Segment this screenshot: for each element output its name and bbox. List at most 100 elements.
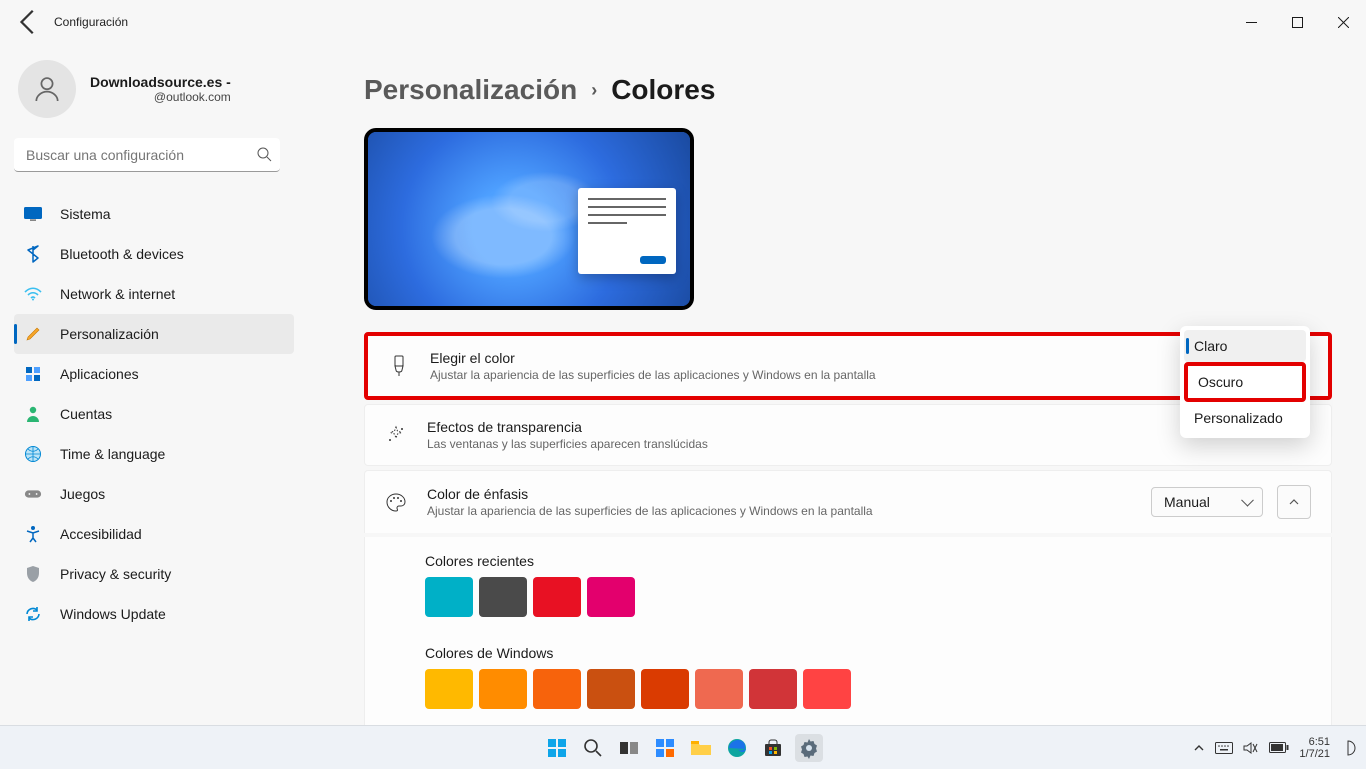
color-swatch[interactable] (749, 669, 797, 709)
tray-chevron-icon[interactable] (1193, 742, 1205, 754)
nav-juegos[interactable]: Juegos (14, 474, 294, 514)
accessibility-icon (24, 525, 42, 543)
nav-update[interactable]: Windows Update (14, 594, 294, 634)
color-swatch[interactable] (803, 669, 851, 709)
titlebar: Configuración (0, 0, 1366, 44)
taskbar-search-icon[interactable] (579, 734, 607, 762)
desktop-preview (364, 128, 694, 310)
store-icon[interactable] (759, 734, 787, 762)
update-icon (24, 605, 42, 623)
start-button[interactable] (543, 734, 571, 762)
close-button[interactable] (1320, 4, 1366, 40)
content: Personalización › Colores Elegir el colo… (300, 44, 1366, 725)
nav: Sistema Bluetooth & devices Network & in… (14, 194, 294, 634)
window-controls (1228, 4, 1366, 40)
nav-cuentas[interactable]: Cuentas (14, 394, 294, 434)
nav-personalizacion[interactable]: Personalización (14, 314, 294, 354)
card-desc: Ajustar la apariencia de las superficies… (427, 504, 1131, 518)
card-title: Color de énfasis (427, 486, 1131, 502)
taskbar[interactable]: 6:51 1/7/21 (0, 725, 1366, 769)
color-swatch[interactable] (533, 669, 581, 709)
mode-option-personalizado[interactable]: Personalizado (1184, 402, 1306, 434)
search-box[interactable] (14, 138, 294, 172)
gamepad-icon (24, 485, 42, 503)
brush-icon (388, 355, 410, 377)
profile-name: Downloadsource.es - (90, 74, 231, 90)
tray-clock[interactable]: 6:51 1/7/21 (1299, 736, 1330, 760)
color-swatch[interactable] (587, 577, 635, 617)
sparkle-icon (385, 424, 407, 446)
tray-date: 1/7/21 (1299, 748, 1330, 760)
profile-block[interactable]: Downloadsource.es - @outlook.com (14, 44, 294, 138)
nav-label: Network & internet (60, 286, 175, 302)
card-desc: Las ventanas y las superficies aparecen … (427, 437, 1311, 451)
nav-label: Bluetooth & devices (60, 246, 184, 262)
mode-option-claro[interactable]: Claro (1184, 330, 1306, 362)
nav-label: Cuentas (60, 406, 112, 422)
minimize-button[interactable] (1228, 4, 1274, 40)
nav-aplicaciones[interactable]: Aplicaciones (14, 354, 294, 394)
tray-time: 6:51 (1299, 736, 1330, 748)
profile-email: @outlook.com (90, 90, 231, 104)
color-swatch[interactable] (479, 577, 527, 617)
nav-label: Sistema (60, 206, 111, 222)
window-title: Configuración (54, 15, 128, 29)
color-swatch[interactable] (479, 669, 527, 709)
chevron-right-icon: › (591, 80, 597, 101)
nav-time[interactable]: Time & language (14, 434, 294, 474)
recent-colors-label: Colores recientes (425, 553, 1271, 569)
back-button[interactable] (14, 7, 44, 37)
taskbar-center (543, 734, 823, 762)
nav-label: Aplicaciones (60, 366, 139, 382)
palette-icon (385, 491, 407, 513)
wifi-icon (24, 285, 42, 303)
nav-label: Juegos (60, 486, 105, 502)
tray-battery-icon[interactable] (1269, 742, 1289, 753)
color-swatch[interactable] (425, 577, 473, 617)
color-swatch[interactable] (587, 669, 635, 709)
windows-colors (425, 669, 885, 709)
person-icon (24, 405, 42, 423)
card-choose-mode[interactable]: Elegir el color Ajustar la apariencia de… (364, 332, 1332, 400)
mode-option-oscuro[interactable]: Oscuro (1184, 362, 1306, 402)
recent-colors (425, 577, 1271, 617)
card-accent[interactable]: Color de énfasis Ajustar la apariencia d… (364, 470, 1332, 533)
settings-icon[interactable] (795, 734, 823, 762)
color-swatch[interactable] (425, 669, 473, 709)
widgets-icon[interactable] (651, 734, 679, 762)
color-swatch[interactable] (533, 577, 581, 617)
collapse-button[interactable] (1277, 485, 1311, 519)
breadcrumb-current: Colores (611, 74, 715, 106)
tray-keyboard-icon[interactable] (1215, 742, 1233, 754)
breadcrumb: Personalización › Colores (364, 74, 1344, 106)
explorer-icon[interactable] (687, 734, 715, 762)
accent-mode-select[interactable]: Manual (1151, 487, 1263, 517)
system-tray[interactable]: 6:51 1/7/21 (1193, 736, 1366, 760)
nav-sistema[interactable]: Sistema (14, 194, 294, 234)
bluetooth-icon (24, 245, 42, 263)
breadcrumb-parent[interactable]: Personalización (364, 74, 577, 106)
taskview-icon[interactable] (615, 734, 643, 762)
nav-network[interactable]: Network & internet (14, 274, 294, 314)
globe-clock-icon (24, 445, 42, 463)
nav-label: Privacy & security (60, 566, 171, 582)
avatar (18, 60, 76, 118)
windows-colors-label: Colores de Windows (425, 645, 1271, 661)
nav-label: Time & language (60, 446, 165, 462)
color-swatch[interactable] (641, 669, 689, 709)
nav-label: Windows Update (60, 606, 166, 622)
search-input[interactable] (14, 138, 280, 172)
color-swatch[interactable] (695, 669, 743, 709)
shield-icon (24, 565, 42, 583)
card-title: Elegir el color (430, 350, 1308, 366)
nav-accesibilidad[interactable]: Accesibilidad (14, 514, 294, 554)
nav-privacy[interactable]: Privacy & security (14, 554, 294, 594)
tray-notification-icon[interactable] (1340, 740, 1356, 756)
maximize-button[interactable] (1274, 4, 1320, 40)
sidebar: Downloadsource.es - @outlook.com Sistema… (0, 44, 300, 725)
nav-bluetooth[interactable]: Bluetooth & devices (14, 234, 294, 274)
tray-volume-icon[interactable] (1243, 741, 1259, 755)
edge-icon[interactable] (723, 734, 751, 762)
accent-expanded: Colores recientes Colores de Windows (364, 537, 1332, 725)
card-desc: Ajustar la apariencia de las superficies… (430, 368, 1308, 382)
